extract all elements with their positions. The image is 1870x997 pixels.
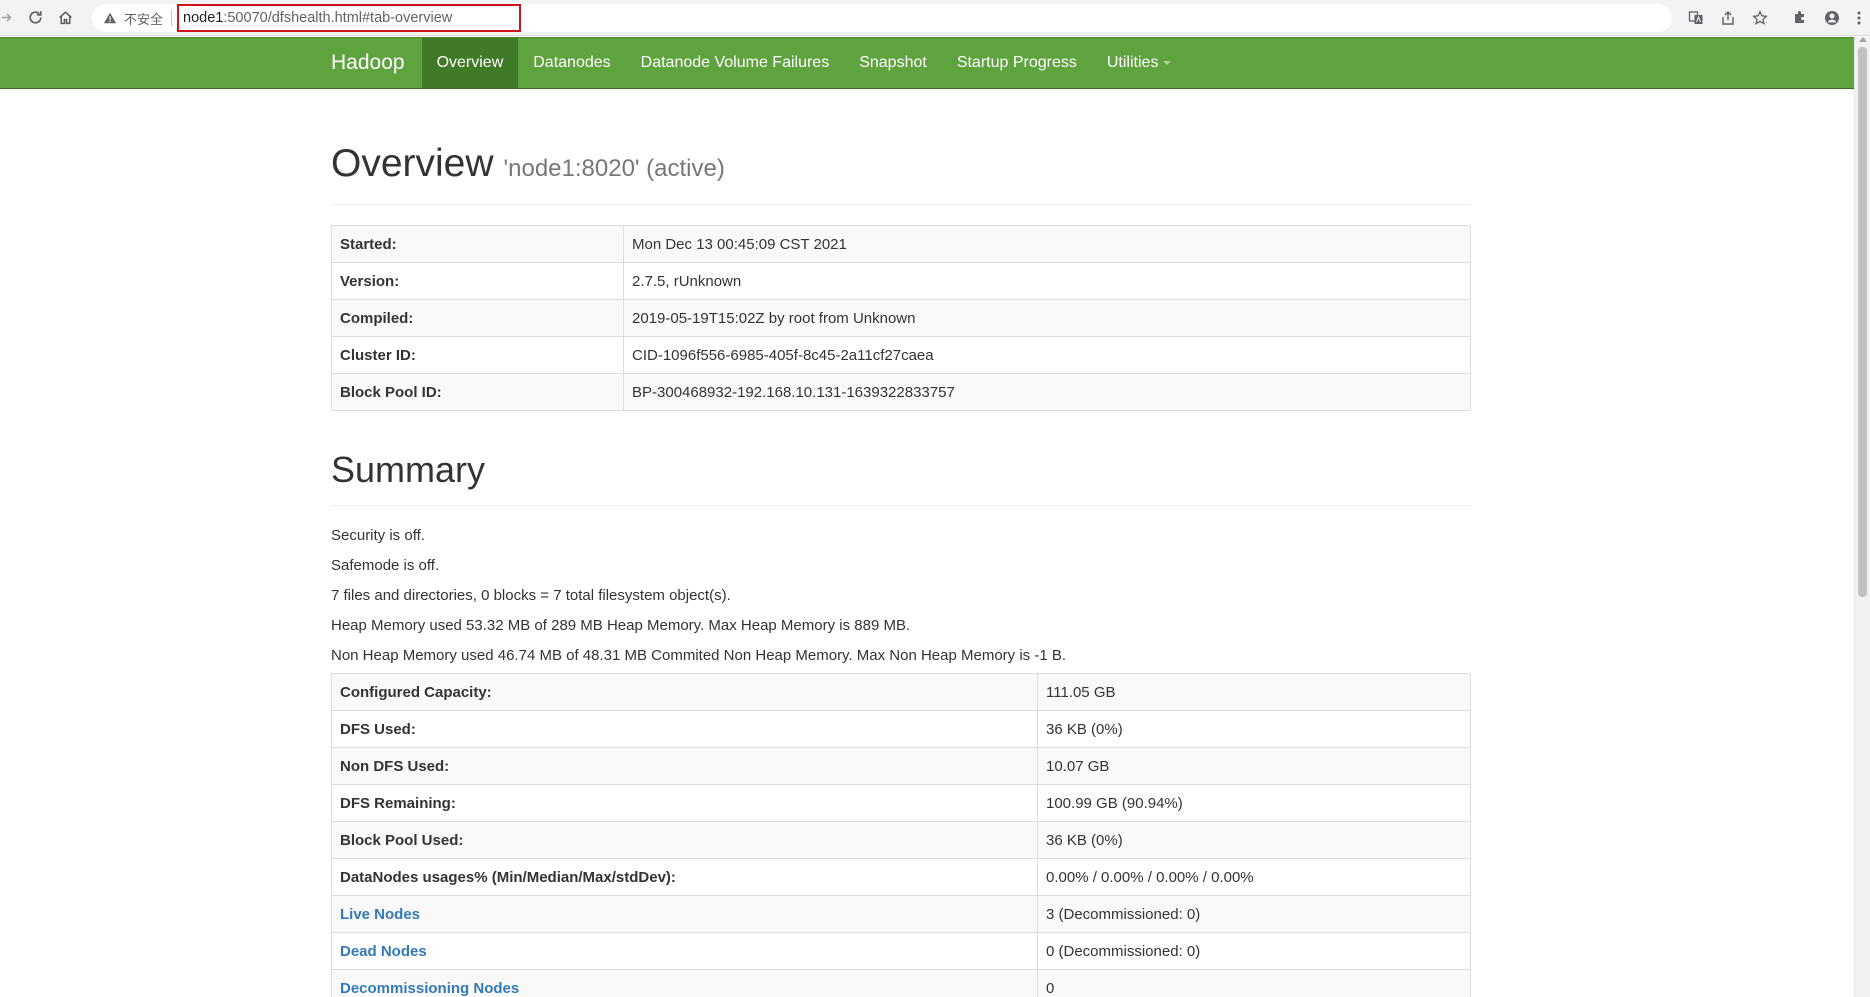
nav-datanodes[interactable]: Datanodes [518,38,625,88]
nav-overview[interactable]: Overview [421,38,519,88]
heap-memory: Heap Memory used 53.32 MB of 289 MB Heap… [331,617,911,634]
row-key: DFS Used: [331,710,1038,748]
decommissioning-nodes-cell: Decommissioning Nodes [331,969,1038,997]
row-value: 100.99 GB (90.94%) [1037,784,1471,822]
live-nodes-link[interactable]: Live Nodes [340,906,420,923]
safemode-status: Safemode is off. [331,557,440,574]
table-row: Decommissioning Nodes 0 [331,969,1471,997]
security-status: Security is off. [331,527,425,544]
nav-utilities-dropdown[interactable]: Utilities [1092,38,1187,88]
row-value: 0.00% / 0.00% / 0.00% / 0.00% [1037,858,1471,896]
row-key: Cluster ID: [331,336,624,374]
table-row: Non DFS Used: 10.07 GB [331,747,1471,785]
translate-icon[interactable] [1680,2,1712,34]
navbar-links: Hadoop Overview Datanodes Datanode Volum… [316,38,1186,88]
table-row: DFS Remaining: 100.99 GB (90.94%) [331,784,1471,822]
page-scrollbar[interactable] [1854,37,1870,997]
table-row: Block Pool Used: 36 KB (0%) [331,821,1471,859]
share-icon[interactable] [1712,2,1744,34]
overview-subtitle: 'node1:8020' (active) [503,155,725,182]
row-value: 2.7.5, rUnknown [623,262,1471,300]
non-heap-memory: Non Heap Memory used 46.74 MB of 48.31 M… [331,647,1067,664]
table-row: Dead Nodes 0 (Decommissioned: 0) [331,932,1471,970]
brand-logo[interactable]: Hadoop [316,38,420,88]
row-key: Compiled: [331,299,624,337]
table-row: Block Pool ID: BP-300468932-192.168.10.1… [331,373,1471,411]
row-key: Started: [331,225,624,263]
nav-utilities-label: Utilities [1106,54,1159,71]
table-row: Version: 2.7.5, rUnknown [331,262,1471,300]
row-value: BP-300468932-192.168.10.131-163932283375… [623,373,1471,411]
row-key: DFS Remaining: [331,784,1038,822]
row-key: Block Pool Used: [331,821,1038,859]
table-row: DFS Used: 36 KB (0%) [331,710,1471,748]
url-host: node1 [183,10,224,26]
overview-header: Overview 'node1:8020' (active) [331,142,1471,205]
url-path: :50070/dfshealth.html#tab-overview [223,10,453,26]
table-row: Configured Capacity: 111.05 GB [331,673,1471,711]
row-key: Configured Capacity: [331,673,1038,711]
browser-toolbar: 不安全 node1:50070/dfshealth.html#tab-overv… [0,0,1870,36]
browser-actions [1680,0,1870,36]
table-row: Cluster ID: CID-1096f556-6985-405f-8c45-… [331,336,1471,374]
row-value: Mon Dec 13 00:45:09 CST 2021 [623,225,1471,263]
nav-snapshot[interactable]: Snapshot [844,38,942,88]
warning-icon[interactable] [102,10,118,26]
nav-startup-progress[interactable]: Startup Progress [942,38,1092,88]
table-row: Started: Mon Dec 13 00:45:09 CST 2021 [331,225,1471,263]
row-value: 0 [1037,969,1471,997]
overview-table: Started: Mon Dec 13 00:45:09 CST 2021 Ve… [331,225,1471,411]
top-navbar: Hadoop Overview Datanodes Datanode Volum… [0,37,1854,89]
scroll-thumb[interactable] [1858,47,1867,597]
decommissioning-nodes-link[interactable]: Decommissioning Nodes [340,980,519,997]
overview-title: Overview [331,142,494,185]
url-text[interactable]: node1:50070/dfshealth.html#tab-overview [177,4,522,32]
row-value: 3 (Decommissioned: 0) [1037,895,1471,933]
star-icon[interactable] [1744,2,1776,34]
table-row: DataNodes usages% (Min/Median/Max/stdDev… [331,858,1471,896]
dead-nodes-link[interactable]: Dead Nodes [340,943,427,960]
row-value: 111.05 GB [1037,673,1471,711]
forward-icon[interactable] [0,3,14,33]
table-row: Live Nodes 3 (Decommissioned: 0) [331,895,1471,933]
row-key: DataNodes usages% (Min/Median/Max/stdDev… [331,858,1038,896]
profile-avatar-icon[interactable] [1816,2,1848,34]
filesystem-objects: 7 files and directories, 0 blocks = 7 to… [331,587,731,604]
main-content: Overview 'node1:8020' (active) Started: … [331,89,1471,997]
menu-kebab-icon[interactable] [1848,2,1870,34]
security-label[interactable]: 不安全 [124,9,163,28]
row-value: 36 KB (0%) [1037,710,1471,748]
row-value: 36 KB (0%) [1037,821,1471,859]
summary-title: Summary [331,449,1471,506]
table-row: Compiled: 2019-05-19T15:02Z by root from… [331,299,1471,337]
url-separator [171,10,173,26]
address-bar[interactable]: 不安全 node1:50070/dfshealth.html#tab-overv… [92,4,1672,32]
row-key: Non DFS Used: [331,747,1038,785]
row-value: 2019-05-19T15:02Z by root from Unknown [623,299,1471,337]
row-value: 10.07 GB [1037,747,1471,785]
summary-table: Configured Capacity: 111.05 GB DFS Used:… [331,673,1471,997]
reload-icon[interactable] [20,3,50,33]
nav-datanode-volume-failures[interactable]: Datanode Volume Failures [626,38,845,88]
row-key: Block Pool ID: [331,373,624,411]
scroll-up-arrow-icon[interactable] [1859,37,1867,42]
row-key: Version: [331,262,624,300]
dead-nodes-cell: Dead Nodes [331,932,1038,970]
extensions-icon[interactable] [1784,2,1816,34]
home-icon[interactable] [50,3,80,33]
live-nodes-cell: Live Nodes [331,895,1038,933]
caret-down-icon [1163,61,1172,65]
row-value: CID-1096f556-6985-405f-8c45-2a11cf27caea [623,336,1471,374]
row-value: 0 (Decommissioned: 0) [1037,932,1471,970]
summary-lines: Security is off. Safemode is off. 7 file… [331,521,1471,671]
